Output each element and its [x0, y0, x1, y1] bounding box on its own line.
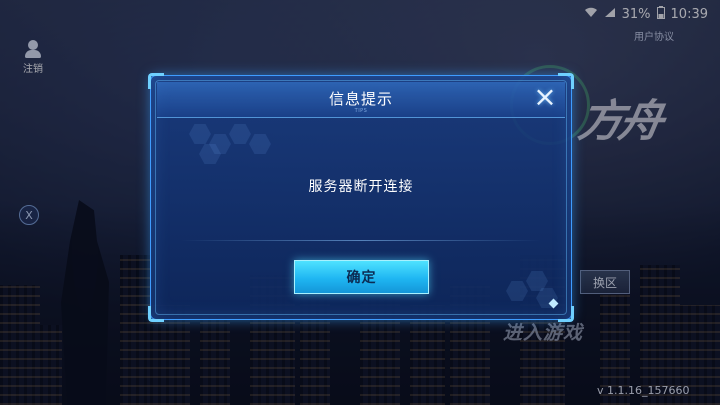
- dialog-subtitle: TIPS: [354, 108, 368, 114]
- dialog-message: 服务器断开连接: [308, 179, 414, 195]
- close-icon[interactable]: ×: [531, 83, 559, 112]
- dialog-title: 信息提示: [328, 90, 393, 108]
- divider: [181, 240, 541, 241]
- confirm-button[interactable]: 确定: [294, 260, 429, 294]
- info-dialog: 信息提示 TIPS × 服务器断开连接 确定: [148, 73, 574, 322]
